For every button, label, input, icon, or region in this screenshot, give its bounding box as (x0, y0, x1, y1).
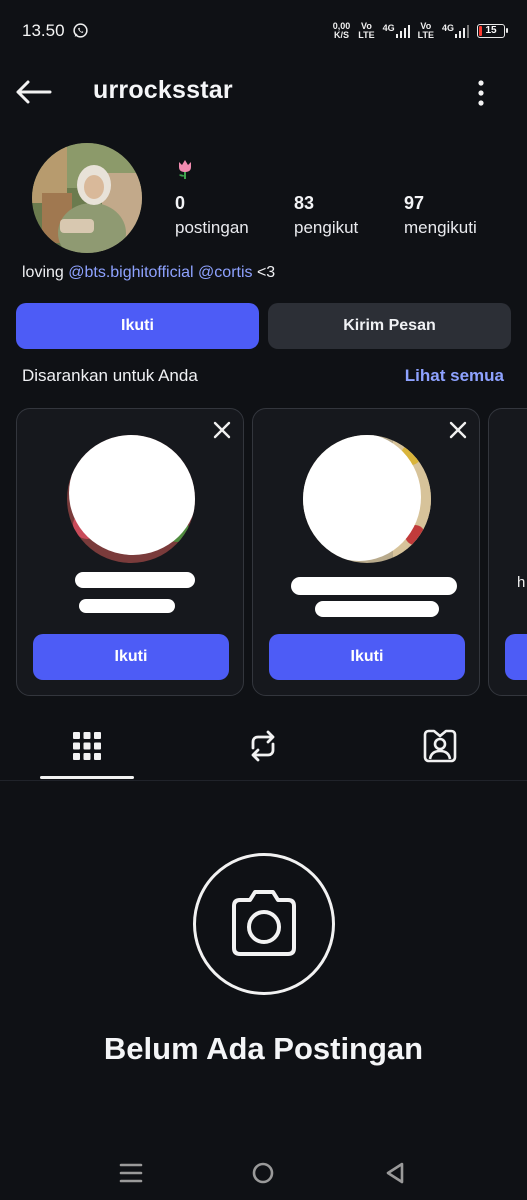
stat-following-value: 97 (404, 193, 425, 213)
whatsapp-icon (73, 23, 88, 38)
stat-followers-value: 83 (294, 193, 315, 213)
repost-icon[interactable] (243, 726, 283, 766)
recent-apps-icon[interactable] (114, 1156, 148, 1190)
bio-mention-cortis[interactable]: @cortis (198, 264, 252, 281)
suggestion-follow-button[interactable]: Ikuti (33, 634, 229, 680)
stat-followers-label: pengikut (294, 218, 359, 237)
battery-icon: 15 (477, 24, 508, 38)
status-icons: 0,00 K/S Vo LTE 4G Vo LTE 4G 15 (332, 20, 508, 42)
redacted-subtitle (315, 601, 439, 617)
suggestion-follow-button[interactable] (505, 634, 527, 680)
camera-circle (193, 853, 335, 995)
suggestion-card-partial[interactable]: h (488, 408, 527, 696)
empty-state-title: Belum Ada Postingan (103, 1031, 424, 1066)
close-icon[interactable] (447, 419, 469, 441)
redacted-name (75, 572, 195, 588)
profile-avatar[interactable] (32, 143, 142, 253)
active-tab-indicator (40, 776, 134, 779)
stat-following-label: mengikuti (404, 218, 477, 237)
stat-followers[interactable]: 83 pengikut (294, 193, 358, 238)
tulip-icon (179, 160, 191, 179)
tab-divider (0, 780, 527, 781)
status-time: 13.50 (22, 21, 65, 40)
redacted-subtitle (79, 599, 175, 613)
volte-1-indicator: Vo LTE (358, 21, 375, 40)
suggestion-follow-button[interactable]: Ikuti (269, 634, 465, 680)
signal-1-icon: 4G (383, 24, 410, 38)
bio-mention-bts[interactable]: @bts.bighitofficial (68, 264, 193, 281)
stat-posts-label: postingan (175, 218, 249, 237)
signal-2-icon: 4G (442, 24, 469, 38)
follow-button[interactable]: Ikuti (16, 303, 259, 349)
profile-username: urrocksstar (93, 76, 233, 104)
stat-posts: 0 postingan (175, 193, 249, 238)
profile-bio: loving @bts.bighitofficial @cortis <3 (22, 264, 276, 281)
home-icon[interactable] (246, 1156, 280, 1190)
back-triangle-icon[interactable] (378, 1156, 412, 1190)
suggestion-card[interactable]: Ikuti (16, 408, 244, 696)
stat-posts-value: 0 (175, 193, 186, 213)
suggestion-card[interactable]: Ikuti (252, 408, 480, 696)
close-icon[interactable] (211, 419, 233, 441)
suggestions-title: Disarankan untuk Anda (22, 366, 198, 385)
volte-2-indicator: Vo LTE (417, 21, 434, 40)
grid-icon[interactable] (67, 726, 107, 766)
network-speed: 0,00 K/S (332, 21, 351, 40)
tagged-person-icon[interactable] (420, 726, 460, 766)
camera-icon (232, 890, 296, 956)
suggestion-name: h (517, 574, 526, 591)
more-options-icon[interactable] (468, 78, 494, 108)
status-bar: 13.50 0,00 K/S Vo LTE 4G Vo LTE 4G 15 (0, 0, 527, 62)
see-all-link[interactable]: Lihat semua (405, 366, 504, 386)
suggestion-avatar[interactable] (67, 435, 195, 563)
back-arrow-icon[interactable] (14, 76, 54, 108)
stat-following[interactable]: 97 mengikuti (404, 193, 477, 238)
send-message-button[interactable]: Kirim Pesan (268, 303, 511, 349)
suggestion-avatar[interactable] (303, 435, 431, 563)
redacted-name (291, 577, 457, 595)
